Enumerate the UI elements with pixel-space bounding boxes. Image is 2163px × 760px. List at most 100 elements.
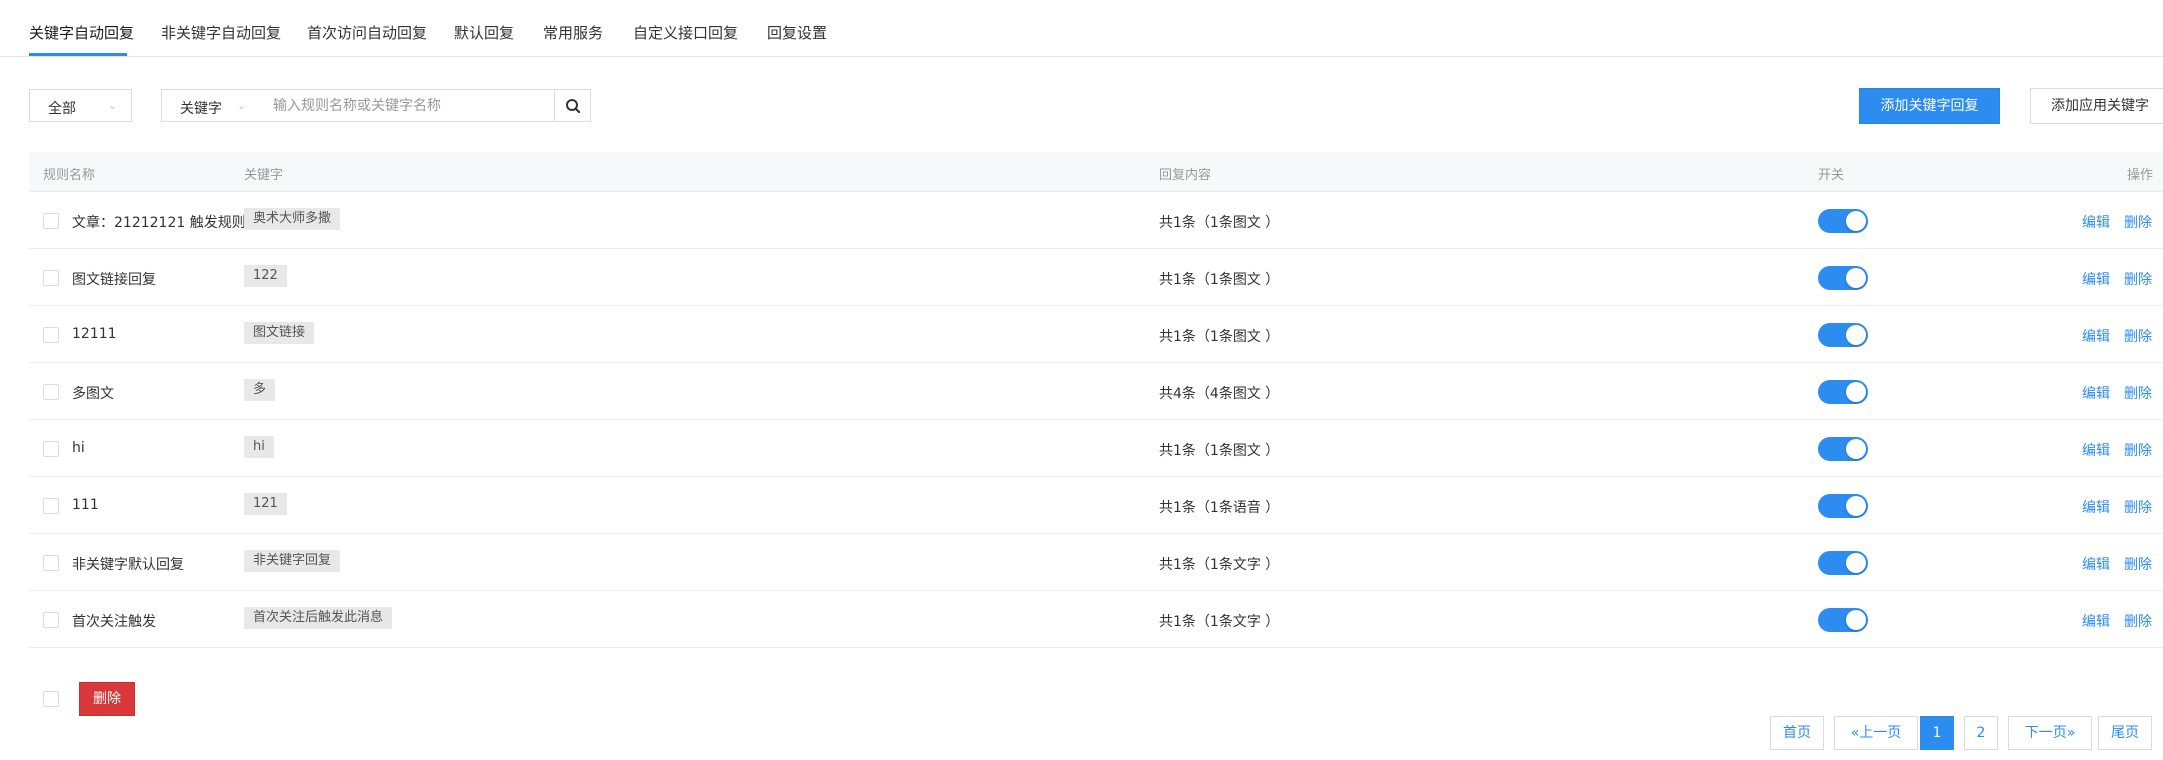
row-checkbox[interactable] <box>43 612 59 628</box>
delete-link[interactable]: 删除 <box>2124 383 2152 403</box>
chevron-down-icon: ⌄ <box>108 99 118 112</box>
rule-name: 多图文 <box>72 386 114 402</box>
edit-link[interactable]: 编辑 <box>2082 212 2110 232</box>
search-icon <box>566 99 581 114</box>
edit-link[interactable]: 编辑 <box>2082 440 2110 460</box>
row-checkbox[interactable] <box>43 213 59 229</box>
reply-content: 共1条（1条图文 ） <box>1159 272 1280 288</box>
table-row: 非关键字默认回复 非关键字回复 共1条（1条文字 ） 编辑 删除 <box>29 534 2163 591</box>
delete-link[interactable]: 删除 <box>2124 497 2152 517</box>
enable-switch[interactable] <box>1818 437 1868 461</box>
enable-switch[interactable] <box>1818 551 1868 575</box>
enable-switch[interactable] <box>1818 380 1868 404</box>
delete-link[interactable]: 删除 <box>2124 554 2152 574</box>
keyword-tag: 非关键字回复 <box>244 550 341 572</box>
rule-name: hi <box>72 440 85 456</box>
table-row: 12111 图文链接 共1条（1条图文 ） 编辑 删除 <box>29 306 2163 363</box>
pagination-first[interactable]: 首页 <box>1770 716 1824 750</box>
tab-non-keyword-auto-reply[interactable]: 非关键字自动回复 <box>161 22 281 43</box>
rule-name: 文章：21212121 触发规则 <box>72 215 246 231</box>
status-select-value: 全部 <box>48 101 76 117</box>
table-row: 图文链接回复 122 共1条（1条图文 ） 编辑 删除 <box>29 249 2163 306</box>
switch-knob <box>1846 553 1866 573</box>
add-keyword-reply-button[interactable]: 添加关键字回复 <box>1859 88 2000 124</box>
edit-link[interactable]: 编辑 <box>2082 554 2110 574</box>
enable-switch[interactable] <box>1818 323 1868 347</box>
pagination-last[interactable]: 尾页 <box>2098 716 2152 750</box>
header-operation: 操作 <box>2127 168 2154 183</box>
edit-link[interactable]: 编辑 <box>2082 383 2110 403</box>
table-row: 多图文 多 共4条（4条图文 ） 编辑 删除 <box>29 363 2163 420</box>
enable-switch[interactable] <box>1818 209 1868 233</box>
tab-common-services[interactable]: 常用服务 <box>543 22 603 43</box>
delete-link[interactable]: 删除 <box>2124 611 2152 631</box>
header-switch: 开关 <box>1818 168 1845 183</box>
active-tab-indicator <box>29 53 127 56</box>
enable-switch[interactable] <box>1818 494 1868 518</box>
header-keyword: 关键字 <box>244 168 284 183</box>
switch-knob <box>1846 439 1866 459</box>
pagination-prev[interactable]: «上一页 <box>1834 716 1918 750</box>
delete-link[interactable]: 删除 <box>2124 269 2152 289</box>
table-row: 111 121 共1条（1条语音 ） 编辑 删除 <box>29 477 2163 534</box>
keyword-tag: hi <box>244 436 274 458</box>
keyword-tag: 122 <box>244 265 287 287</box>
type-select-value: 关键字 <box>180 101 222 117</box>
rule-name: 首次关注触发 <box>72 614 156 630</box>
tab-default-reply[interactable]: 默认回复 <box>454 22 514 43</box>
row-checkbox[interactable] <box>43 327 59 343</box>
edit-link[interactable]: 编辑 <box>2082 611 2110 631</box>
row-checkbox[interactable] <box>43 498 59 514</box>
table-header: 规则名称 关键字 回复内容 开关 操作 <box>29 152 2163 192</box>
delete-link[interactable]: 删除 <box>2124 440 2152 460</box>
header-rule-name: 规则名称 <box>43 168 96 183</box>
tab-custom-interface-reply[interactable]: 自定义接口回复 <box>633 22 738 43</box>
table-row: hi hi 共1条（1条图文 ） 编辑 删除 <box>29 420 2163 477</box>
switch-knob <box>1846 610 1866 630</box>
select-all-checkbox[interactable] <box>43 691 59 707</box>
type-select[interactable]: 关键字 ⌄ <box>161 89 261 122</box>
reply-content: 共1条（1条图文 ） <box>1159 215 1280 231</box>
pagination-page-1[interactable]: 1 <box>1920 716 1954 750</box>
search-input[interactable] <box>260 89 554 122</box>
switch-knob <box>1846 325 1866 345</box>
reply-content: 共1条（1条图文 ） <box>1159 443 1280 459</box>
keyword-tag: 首次关注后触发此消息 <box>244 607 393 629</box>
pagination-page-2[interactable]: 2 <box>1964 716 1998 750</box>
keyword-tag: 多 <box>244 379 276 401</box>
rule-name: 111 <box>72 497 99 513</box>
switch-knob <box>1846 268 1866 288</box>
add-app-keyword-button[interactable]: 添加应用关键字 <box>2030 88 2163 124</box>
chevron-down-icon: ⌄ <box>237 99 247 112</box>
edit-link[interactable]: 编辑 <box>2082 326 2110 346</box>
tab-keyword-auto-reply[interactable]: 关键字自动回复 <box>29 22 134 43</box>
reply-content: 共1条（1条语音 ） <box>1159 500 1280 516</box>
rule-name: 非关键字默认回复 <box>72 557 184 573</box>
edit-link[interactable]: 编辑 <box>2082 497 2110 517</box>
row-checkbox[interactable] <box>43 441 59 457</box>
tab-reply-settings[interactable]: 回复设置 <box>767 22 827 43</box>
rule-name: 图文链接回复 <box>72 272 156 288</box>
bulk-delete-button[interactable]: 删除 <box>79 682 135 716</box>
delete-link[interactable]: 删除 <box>2124 326 2152 346</box>
row-checkbox[interactable] <box>43 555 59 571</box>
search-button[interactable] <box>554 89 591 122</box>
reply-content: 共1条（1条文字 ） <box>1159 557 1280 573</box>
pagination-next[interactable]: 下一页» <box>2008 716 2092 750</box>
row-checkbox[interactable] <box>43 270 59 286</box>
keyword-tag: 图文链接 <box>244 322 315 344</box>
switch-knob <box>1846 496 1866 516</box>
status-select[interactable]: 全部 ⌄ <box>29 89 132 122</box>
row-checkbox[interactable] <box>43 384 59 400</box>
switch-knob <box>1846 211 1866 231</box>
tab-bar: 关键字自动回复 非关键字自动回复 首次访问自动回复 默认回复 常用服务 自定义接… <box>0 0 2163 57</box>
reply-content: 共1条（1条图文 ） <box>1159 329 1280 345</box>
delete-link[interactable]: 删除 <box>2124 212 2152 232</box>
tab-first-visit-auto-reply[interactable]: 首次访问自动回复 <box>307 22 427 43</box>
reply-content: 共4条（4条图文 ） <box>1159 386 1280 402</box>
switch-knob <box>1846 382 1866 402</box>
keyword-tag: 奥术大师多撒 <box>244 208 341 230</box>
edit-link[interactable]: 编辑 <box>2082 269 2110 289</box>
enable-switch[interactable] <box>1818 266 1868 290</box>
enable-switch[interactable] <box>1818 608 1868 632</box>
